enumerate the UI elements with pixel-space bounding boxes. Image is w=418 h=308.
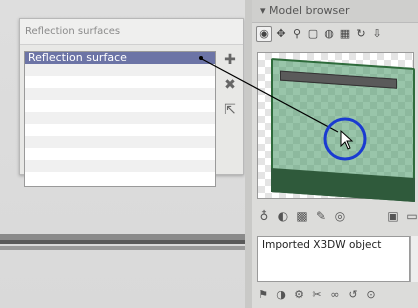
pointer-overlay	[199, 56, 367, 161]
connector-line	[199, 57, 339, 133]
mouse-cursor-icon	[340, 129, 354, 150]
connector-dot	[199, 56, 203, 60]
